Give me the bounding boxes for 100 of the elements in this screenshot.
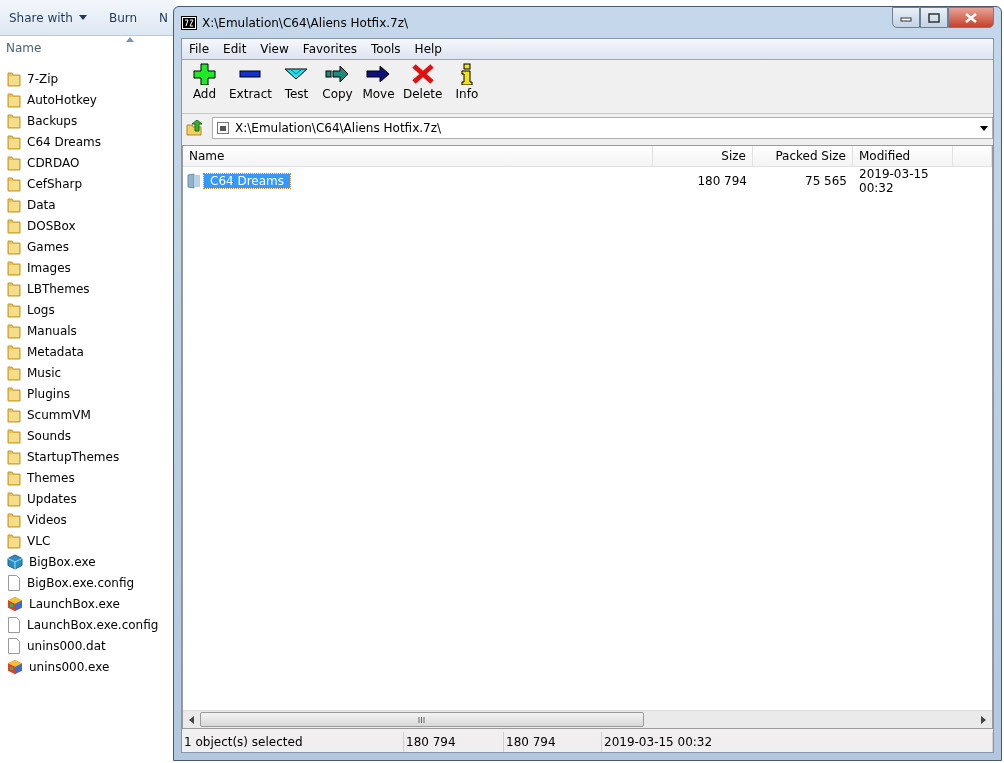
folder-icon [7, 385, 21, 402]
file-name[interactable]: Music [27, 365, 62, 380]
file-name[interactable]: Metadata [27, 344, 84, 359]
menu-item[interactable]: View [253, 42, 296, 56]
file-name[interactable]: Videos [27, 512, 67, 527]
folder-icon [7, 133, 21, 150]
caret-icon [78, 15, 87, 20]
toolbar-button[interactable]: Burn [108, 10, 138, 25]
folder-icon [7, 70, 21, 87]
toolbar-button[interactable]: Move [358, 63, 399, 113]
status-text: 180 794 [404, 732, 504, 752]
folder-icon [7, 196, 21, 213]
folder-icon [7, 301, 21, 318]
menu-item[interactable]: Favorites [295, 42, 365, 56]
folder-icon [7, 112, 21, 129]
table-cell-text: 180 794 [696, 174, 748, 188]
maximize-button[interactable] [920, 7, 948, 28]
column-header[interactable]: Name [6, 41, 42, 55]
file-name[interactable]: Data [27, 197, 56, 212]
maximize-icon [928, 12, 940, 23]
toolbar-button[interactable]: Test [276, 63, 317, 113]
file-name[interactable]: CefSharp [27, 176, 83, 191]
file-name[interactable]: Images [27, 260, 71, 275]
folder-icon [7, 469, 21, 486]
toolbar-button[interactable]: N [159, 10, 169, 25]
folder-icon [7, 175, 21, 192]
colorful-cube-icon [7, 658, 23, 675]
folder-icon [7, 343, 21, 360]
file-name[interactable]: C64 Dreams [27, 134, 102, 149]
folder-icon [7, 259, 21, 276]
table-cell-text: 2019-03-15 00:32 [858, 167, 930, 195]
file-name[interactable]: BigBox.exe [29, 554, 96, 569]
folder-icon [7, 511, 21, 528]
file-name[interactable]: StartupThemes [27, 449, 120, 464]
folder-icon [7, 322, 21, 339]
file-name[interactable]: Games [27, 239, 69, 254]
column-header[interactable]: Size [653, 146, 753, 166]
folder-icon [7, 364, 21, 381]
window-title: X:\Emulation\C64\Aliens Hotfix.7z\ [202, 15, 410, 30]
file-name[interactable]: Plugins [27, 386, 70, 401]
document-icon [7, 616, 21, 633]
folder-icon [7, 448, 21, 465]
column-header[interactable]: Modified [853, 146, 953, 166]
column-header[interactable]: Packed Size [753, 146, 853, 166]
scroll-left-icon [189, 715, 194, 724]
toolbar-button[interactable]: Info [446, 63, 488, 113]
folder-up-icon [186, 120, 204, 136]
file-name[interactable]: CDRDAO [27, 155, 80, 170]
file-name[interactable]: unins000.exe [29, 659, 110, 674]
toolbar-button[interactable]: Extract [225, 63, 276, 113]
file-name[interactable]: LaunchBox.exe [29, 596, 120, 611]
folder-icon [7, 427, 21, 444]
folder-icon [7, 490, 21, 507]
file-name[interactable]: unins000.dat [27, 638, 106, 653]
scrollbar-thumb[interactable] [200, 712, 644, 727]
file-name[interactable]: AutoHotkey [27, 92, 97, 107]
status-text: 1 object(s) selected [182, 732, 404, 752]
path-field[interactable]: X:\Emulation\C64\Aliens Hotfix.7z\ [212, 117, 993, 139]
toolbar-button[interactable]: Share with [9, 10, 87, 25]
colorful-cube-icon [7, 595, 23, 612]
file-name[interactable]: VLC [27, 533, 51, 548]
menu-item[interactable]: Edit [216, 42, 254, 56]
status-text: 180 794 [504, 732, 602, 752]
plus-icon [192, 63, 217, 85]
file-name[interactable]: BigBox.exe.config [27, 575, 135, 590]
table-cell-text: 75 565 [804, 174, 848, 188]
dropdown-arrow-icon [980, 125, 988, 131]
cross-icon [410, 63, 435, 85]
file-name[interactable]: Manuals [27, 323, 77, 338]
grip-icon [418, 716, 426, 723]
file-name[interactable]: ScummVM [27, 407, 91, 422]
close-icon [965, 12, 977, 23]
file-name[interactable]: Updates [27, 491, 77, 506]
file-name[interactable]: LBThemes [27, 281, 90, 296]
arrow-icon [366, 63, 391, 85]
document-icon [7, 574, 21, 591]
file-name[interactable]: LaunchBox.exe.config [27, 617, 159, 632]
folder-icon [7, 532, 21, 549]
minimize-button[interactable] [892, 7, 920, 28]
cube-icon [7, 553, 23, 570]
menu-item[interactable]: Tools [364, 42, 408, 56]
file-name[interactable]: DOSBox [27, 218, 76, 233]
file-name[interactable]: Backups [27, 113, 78, 128]
folder-icon [7, 406, 21, 423]
file-name[interactable]: 7-Zip [27, 71, 59, 86]
folder-icon [187, 173, 201, 189]
archive-file-icon [217, 122, 229, 134]
menu-item[interactable]: File [182, 42, 217, 56]
file-name[interactable]: Sounds [27, 428, 72, 443]
menu-item[interactable]: Help [407, 42, 449, 56]
scroll-right-icon [981, 715, 986, 724]
toolbar-button[interactable]: Add [184, 63, 225, 113]
file-name[interactable]: Themes [27, 470, 75, 485]
close-button[interactable] [948, 7, 994, 28]
toolbar-button[interactable]: Delete [399, 63, 447, 113]
document-icon [7, 637, 21, 654]
toolbar-button[interactable]: Copy [317, 63, 358, 113]
folder-icon [7, 154, 21, 171]
file-name[interactable]: Logs [27, 302, 55, 317]
column-header[interactable]: Name [183, 146, 653, 166]
